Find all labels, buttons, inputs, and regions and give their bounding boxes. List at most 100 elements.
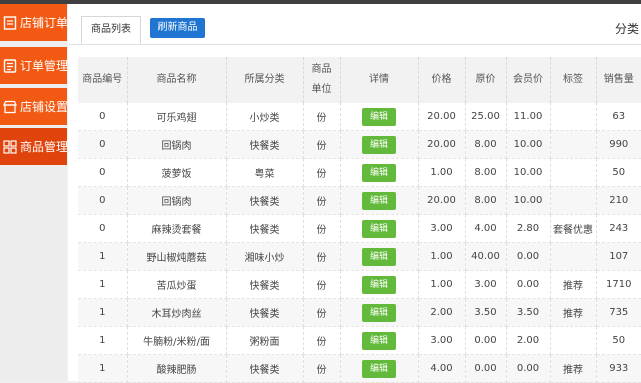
cell-sales: 50 [596, 158, 641, 187]
cell-member-price: 2.80 [506, 214, 551, 243]
table-row: 0 回锅肉 快餐类 份 编辑 20.00 8.00 10.00 210 [78, 186, 641, 215]
cell-name: 麻辣烫套餐 [127, 214, 227, 243]
cell-member-price: 0.00 [506, 270, 551, 299]
edit-button[interactable]: 编辑 [362, 163, 396, 182]
table-row: 0 菠萝饭 粤菜 份 编辑 1.00 8.00 10.00 50 [78, 158, 641, 187]
cell-name: 菠萝饭 [127, 158, 227, 187]
cell-category: 快餐类 [226, 270, 304, 299]
cell-detail: 编辑 [340, 270, 419, 299]
cell-category: 粥粉面 [226, 326, 304, 355]
cell-detail: 编辑 [340, 186, 419, 215]
cell-original-price: 25.00 [465, 103, 507, 131]
cell-sales: 243 [596, 214, 641, 243]
sidebar-item-product-management[interactable]: 商品管理 [0, 128, 67, 165]
edit-button[interactable]: 编辑 [362, 303, 396, 322]
cell-price: 1.00 [418, 242, 466, 271]
cell-id: 0 [78, 158, 128, 187]
column-header: 商品名称 [127, 57, 227, 103]
cell-member-price: 0.00 [506, 354, 551, 383]
cell-unit: 份 [303, 354, 341, 383]
cell-tag: 推荐 [550, 270, 597, 299]
cell-sales: 933 [596, 354, 641, 383]
tab-product-list[interactable]: 商品列表 [81, 16, 141, 44]
cell-original-price: 8.00 [465, 186, 507, 215]
edit-button[interactable]: 编辑 [362, 219, 396, 238]
edit-button[interactable]: 编辑 [362, 191, 396, 210]
cell-name: 牛腩粉/米粉/面 [127, 326, 227, 355]
column-header: 商品编号 [78, 57, 128, 103]
cell-member-price: 3.50 [506, 298, 551, 327]
cell-category: 粤菜 [226, 158, 304, 187]
cell-unit: 份 [303, 158, 341, 187]
cell-unit: 份 [303, 214, 341, 243]
cell-tag [550, 158, 597, 187]
cell-category: 快餐类 [226, 186, 304, 215]
cell-member-price: 11.00 [506, 103, 551, 131]
cell-detail: 编辑 [340, 130, 419, 159]
sidebar-item-store-orders[interactable]: 店铺订单 [0, 4, 67, 41]
cell-member-price: 2.00 [506, 326, 551, 355]
cell-original-price: 4.00 [465, 214, 507, 243]
edit-button[interactable]: 编辑 [362, 359, 396, 378]
cell-detail: 编辑 [340, 354, 419, 383]
cell-unit: 份 [303, 130, 341, 159]
cell-id: 0 [78, 130, 128, 159]
cell-unit: 份 [303, 103, 341, 131]
cell-detail: 编辑 [340, 103, 419, 131]
sidebar-item-label: 店铺订单 [20, 16, 67, 30]
sidebar: 店铺订单 订单管理 店铺设置 商品管理 [0, 4, 67, 381]
cell-name: 酸辣肥肠 [127, 354, 227, 383]
cell-name: 回锅肉 [127, 186, 227, 215]
table-row: 0 回锅肉 快餐类 份 编辑 20.00 8.00 10.00 990 [78, 130, 641, 159]
cell-member-price: 10.00 [506, 186, 551, 215]
sidebar-item-store-settings[interactable]: 店铺设置 [0, 88, 67, 125]
refresh-products-button[interactable]: 刷新商品 [150, 18, 205, 38]
cell-id: 0 [78, 186, 128, 215]
column-header: 商品单位 [303, 57, 341, 103]
cell-price: 1.00 [418, 158, 466, 187]
table-row: 1 酸辣肥肠 快餐类 份 编辑 4.00 0.00 0.00 推荐 933 [78, 354, 641, 383]
product-table: 商品编号 商品名称 所属分类 商品单位 详情 价格 原价 会员价 标签 销售量 … [78, 57, 641, 383]
sidebar-item-label: 商品管理 [20, 140, 67, 154]
cell-unit: 份 [303, 270, 341, 299]
cell-unit: 份 [303, 298, 341, 327]
cell-sales: 50 [596, 326, 641, 355]
cell-price: 3.00 [418, 326, 466, 355]
cell-original-price: 0.00 [465, 354, 507, 383]
edit-button[interactable]: 编辑 [362, 275, 396, 294]
cell-original-price: 8.00 [465, 158, 507, 187]
cell-id: 1 [78, 326, 128, 355]
cell-price: 20.00 [418, 186, 466, 215]
column-header: 标签 [550, 57, 597, 103]
cell-sales: 1710 [596, 270, 641, 299]
edit-button[interactable]: 编辑 [362, 331, 396, 350]
cell-unit: 份 [303, 186, 341, 215]
table-row: 1 野山椒炖蘑菇 湘味小炒 份 编辑 1.00 40.00 0.00 107 [78, 242, 641, 271]
cell-price: 3.00 [418, 214, 466, 243]
table-row: 0 可乐鸡翅 小炒类 份 编辑 20.00 25.00 11.00 63 [78, 103, 641, 131]
sidebar-item-label: 订单管理 [20, 59, 67, 73]
receipt-icon [3, 15, 17, 30]
cell-name: 野山椒炖蘑菇 [127, 242, 227, 271]
edit-button[interactable]: 编辑 [362, 247, 396, 266]
cell-price: 1.00 [418, 270, 466, 299]
edit-button[interactable]: 编辑 [362, 135, 396, 154]
cell-sales: 107 [596, 242, 641, 271]
column-header: 详情 [340, 57, 419, 103]
cell-tag: 套餐优惠 [550, 214, 597, 243]
edit-button[interactable]: 编辑 [362, 107, 396, 126]
store-icon [3, 100, 17, 113]
sidebar-item-order-management[interactable]: 订单管理 [0, 47, 67, 84]
cell-original-price: 3.50 [465, 298, 507, 327]
grid-icon [3, 139, 17, 154]
cell-tag [550, 130, 597, 159]
cell-unit: 份 [303, 326, 341, 355]
table-row: 1 牛腩粉/米粉/面 粥粉面 份 编辑 3.00 0.00 2.00 50 [78, 326, 641, 355]
cell-original-price: 40.00 [465, 242, 507, 271]
cell-id: 0 [78, 214, 128, 243]
cell-tag [550, 326, 597, 355]
cell-member-price: 10.00 [506, 130, 551, 159]
column-header: 原价 [465, 57, 507, 103]
category-tab[interactable]: 分类 [615, 20, 639, 37]
cell-id: 1 [78, 242, 128, 271]
